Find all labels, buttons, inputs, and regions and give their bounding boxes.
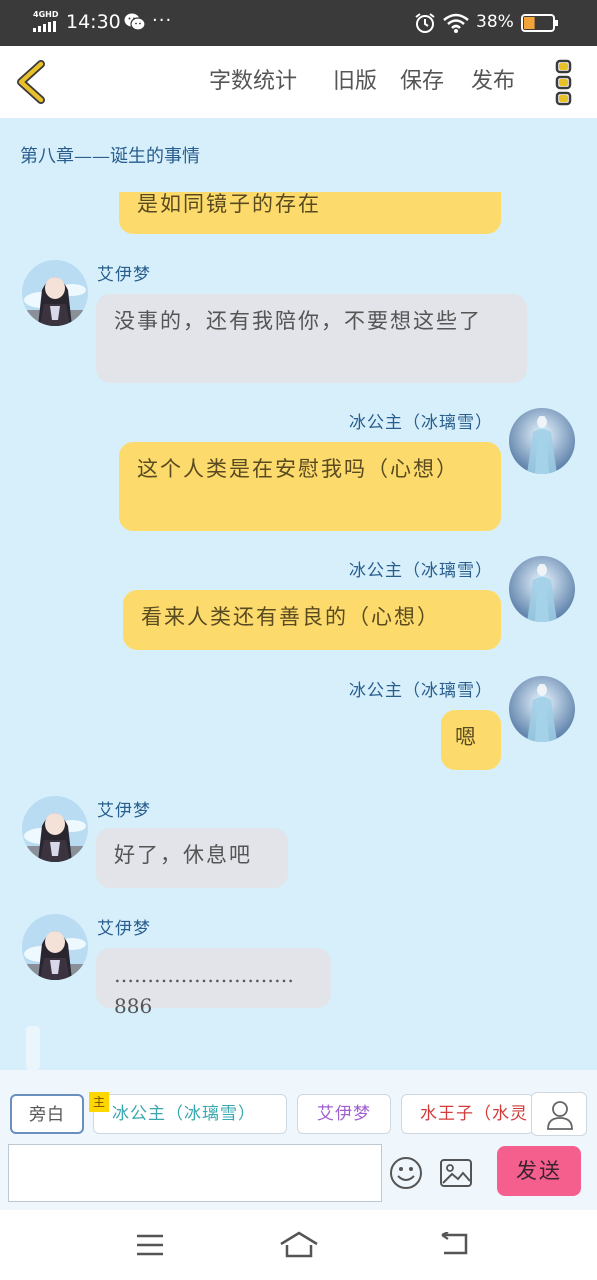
message-text: ………………………886 [114, 963, 294, 1018]
publish-button[interactable]: 发布 [471, 68, 515, 96]
avatar[interactable] [22, 260, 88, 326]
person-icon [547, 1101, 573, 1130]
role-ice-princess-button[interactable]: 冰公主（冰璃雪） [93, 1094, 287, 1134]
wifi-icon [443, 13, 469, 33]
avatar[interactable] [509, 556, 575, 622]
message-text: 嗯 [455, 725, 478, 749]
old-version-button[interactable]: 旧版 [333, 68, 377, 96]
message-text: 这个人类是在安慰我吗（心想） [137, 457, 459, 481]
wechat-icon [124, 13, 146, 31]
message-text: 是如同镜子的存在 [137, 192, 321, 216]
message-bubble[interactable]: 好了，休息吧 [96, 828, 288, 888]
speaker-name: 艾伊梦 [97, 801, 151, 821]
message-bubble[interactable]: 这个人类是在安慰我吗（心想） [119, 442, 501, 531]
message-text: 没事的，还有我陪你，不要想这些了 [114, 309, 482, 333]
chapter-title: 第八章——诞生的事情 [20, 146, 200, 167]
avatar[interactable] [22, 796, 88, 862]
alarm-icon [415, 13, 435, 33]
image-icon[interactable] [439, 1158, 473, 1188]
avatar[interactable] [22, 914, 88, 980]
message-text: 看来人类还有善良的（心想） [141, 605, 440, 629]
menu-icon[interactable] [136, 1234, 164, 1256]
status-bar: 4GHD 14:30 ··· 38% [0, 0, 597, 46]
emoji-icon[interactable] [389, 1156, 423, 1190]
message-text: 好了，休息吧 [114, 843, 252, 867]
scroll-indicator [26, 1026, 40, 1070]
speaker-name: 艾伊梦 [97, 265, 151, 285]
main-role-badge: 主 [89, 1092, 109, 1112]
message-bubble[interactable]: 没事的，还有我陪你，不要想这些了 [96, 294, 527, 383]
battery-icon [521, 14, 558, 32]
message-bubble[interactable]: 嗯 [441, 710, 501, 770]
back-icon[interactable] [440, 1232, 470, 1256]
word-count-button[interactable]: 字数统计 [209, 68, 297, 96]
message-bubble[interactable]: 看来人类还有善良的（心想） [123, 590, 501, 650]
message-bubble[interactable]: ………………………886 [96, 948, 331, 1018]
more-menu-icon[interactable] [555, 58, 573, 106]
clock: 14:30 [66, 11, 121, 33]
role-ai-yimeng-button[interactable]: 艾伊梦 [297, 1094, 391, 1134]
system-navigation-bar [0, 1210, 597, 1280]
signal-icon: 4GHD [33, 10, 59, 32]
more-notifications-icon: ··· [152, 10, 173, 31]
speaker-name: 冰公主（冰璃雪） [349, 413, 493, 433]
role-narrator-button[interactable]: 旁白 [10, 1094, 84, 1134]
send-button[interactable]: 发送 [497, 1146, 581, 1196]
speaker-name: 艾伊梦 [97, 919, 151, 939]
back-arrow-icon[interactable] [14, 60, 50, 104]
add-role-button[interactable] [531, 1092, 587, 1136]
role-water-prince-button[interactable]: 水王子（水灵 [401, 1094, 534, 1134]
editor-toolbar: 字数统计 旧版 保存 发布 [0, 46, 597, 118]
battery-percent: 38% [476, 12, 514, 32]
compose-panel: 旁白 冰公主（冰璃雪） 主 艾伊梦 水王子（水灵 发送 [0, 1070, 597, 1210]
chat-area[interactable]: 第八章——诞生的事情 是如同镜子的存在 艾伊梦 没事的，还有我陪你，不要想这些了… [0, 118, 597, 1070]
message-input[interactable] [8, 1144, 382, 1202]
avatar[interactable] [509, 676, 575, 742]
avatar[interactable] [509, 408, 575, 474]
speaker-name: 冰公主（冰璃雪） [349, 561, 493, 581]
home-icon[interactable] [279, 1230, 319, 1258]
save-button[interactable]: 保存 [400, 68, 444, 96]
message-bubble[interactable]: 是如同镜子的存在 [119, 192, 501, 234]
speaker-name: 冰公主（冰璃雪） [349, 681, 493, 701]
